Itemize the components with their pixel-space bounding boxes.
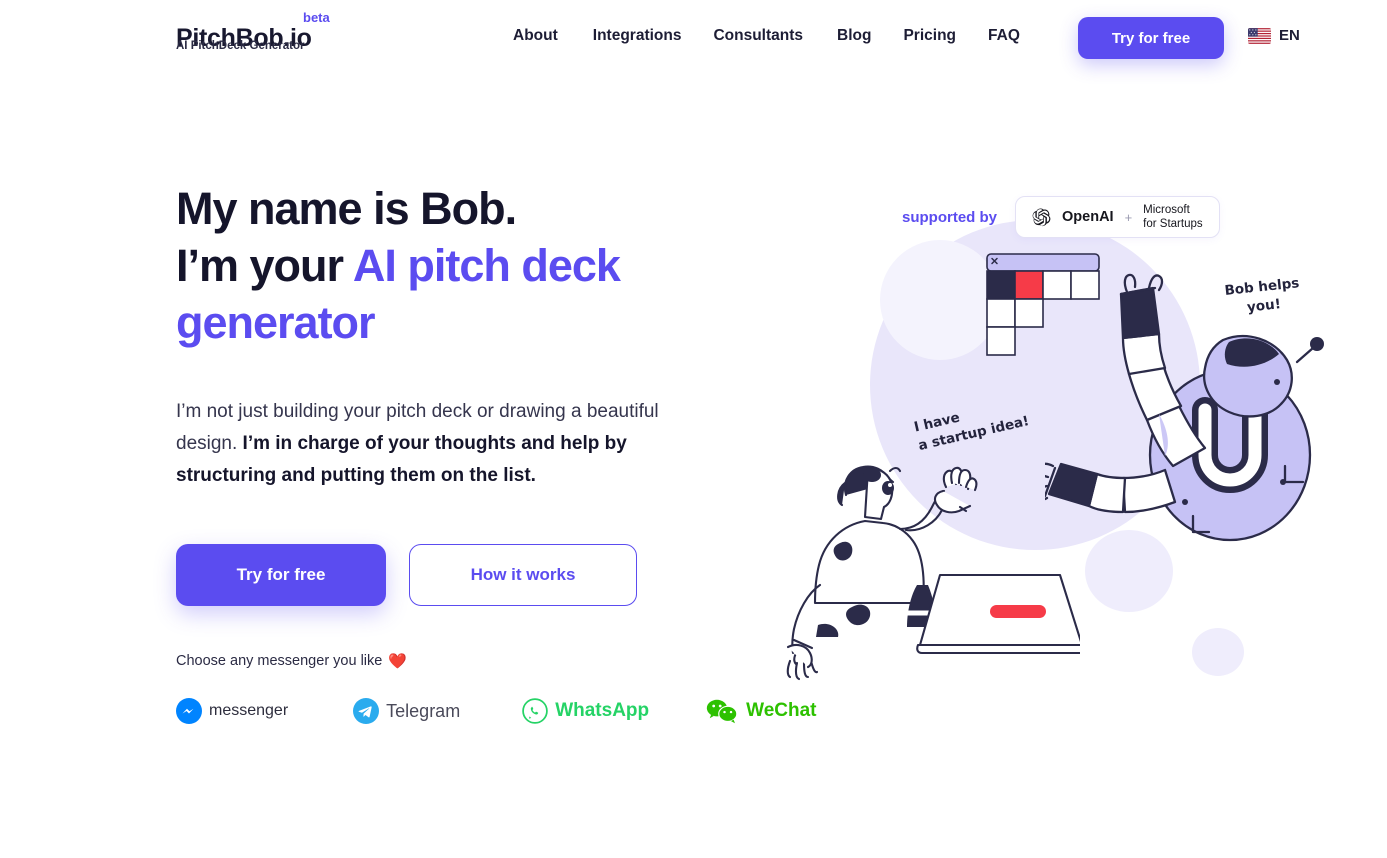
- messenger-icon: [176, 698, 202, 724]
- microsoft-line-2: for Startups: [1143, 218, 1203, 230]
- language-selector[interactable]: EN: [1248, 27, 1300, 44]
- messenger-option-messenger[interactable]: messenger: [176, 698, 288, 724]
- headline-line-2-accent: AI pitch deck: [352, 240, 621, 291]
- language-code: EN: [1279, 27, 1300, 44]
- headline-line-2-plain: I’m your: [176, 240, 353, 291]
- beta-badge: beta: [303, 10, 330, 25]
- whatsapp-icon: [522, 698, 548, 724]
- main-navigation: About Integrations Consultants Blog Pric…: [513, 27, 1020, 45]
- nav-item-integrations[interactable]: Integrations: [593, 27, 714, 45]
- microsoft-line-1: Microsoft: [1143, 204, 1190, 216]
- site-header: PitchBob.io AI PitchDeck Generator beta …: [0, 0, 1387, 76]
- background-blob-small: [1192, 628, 1244, 676]
- nav-item-about[interactable]: About: [513, 27, 593, 45]
- nav-item-consultants[interactable]: Consultants: [713, 27, 837, 45]
- telegram-icon: [353, 698, 380, 724]
- hero-description-bold: I’m in charge of your thoughts and help …: [176, 433, 627, 486]
- headline-line-1: My name is Bob.: [176, 183, 517, 234]
- hero-cta-row: Try for free How it works: [176, 544, 796, 606]
- hero-description: I’m not just building your pitch deck or…: [176, 396, 721, 492]
- supported-by-label: supported by: [902, 208, 998, 226]
- page-title: My name is Bob. I’m your AI pitch deck g…: [176, 180, 796, 351]
- messenger-prompt-text: Choose any messenger you like: [176, 653, 383, 669]
- messenger-label-messenger: messenger: [209, 702, 289, 719]
- nav-item-pricing[interactable]: Pricing: [903, 27, 988, 45]
- robot-illustration: [1045, 273, 1324, 542]
- messenger-option-telegram[interactable]: Telegram: [353, 698, 460, 724]
- nav-item-faq[interactable]: FAQ: [988, 27, 1020, 45]
- logo[interactable]: PitchBob.io AI PitchDeck Generator beta: [176, 10, 396, 68]
- headline-line-3-accent: generator: [176, 297, 376, 348]
- hero-content: My name is Bob. I’m your AI pitch deck g…: [176, 180, 817, 724]
- logo-subtitle: AI PitchDeck Generator: [176, 40, 305, 52]
- nav-item-blog[interactable]: Blog: [837, 27, 903, 45]
- header-try-for-free-button[interactable]: Try for free: [1078, 17, 1224, 59]
- partners-badge: OpenAI + Microsoft for Startups: [1015, 196, 1220, 238]
- wechat-icon: [706, 699, 738, 724]
- how-it-works-button[interactable]: How it works: [409, 544, 637, 606]
- microsoft-for-startups-label: Microsoft for Startups: [1143, 203, 1202, 231]
- openai-icon: [1032, 208, 1051, 226]
- messenger-label-whatsapp: WhatsApp: [555, 700, 650, 721]
- person-illustration: [786, 465, 1080, 681]
- messenger-option-whatsapp[interactable]: WhatsApp: [522, 698, 649, 724]
- landing-page: PitchBob.io AI PitchDeck Generator beta …: [0, 0, 1387, 858]
- openai-label: OpenAI: [1062, 209, 1114, 225]
- messenger-label-telegram: Telegram: [386, 700, 461, 721]
- supported-by: supported by OpenAI + Microsoft for Star…: [902, 196, 1220, 238]
- messenger-list: messenger Telegram WhatsApp WeChat: [176, 698, 817, 724]
- hero-illustration: supported by OpenAI + Microsoft for Star…: [760, 160, 1360, 720]
- us-flag-icon: [1248, 27, 1271, 44]
- try-for-free-button[interactable]: Try for free: [176, 544, 386, 606]
- messenger-prompt: Choose any messenger you like ❤️: [176, 652, 796, 670]
- plus-separator: +: [1124, 209, 1133, 225]
- heart-icon: ❤️: [388, 653, 408, 670]
